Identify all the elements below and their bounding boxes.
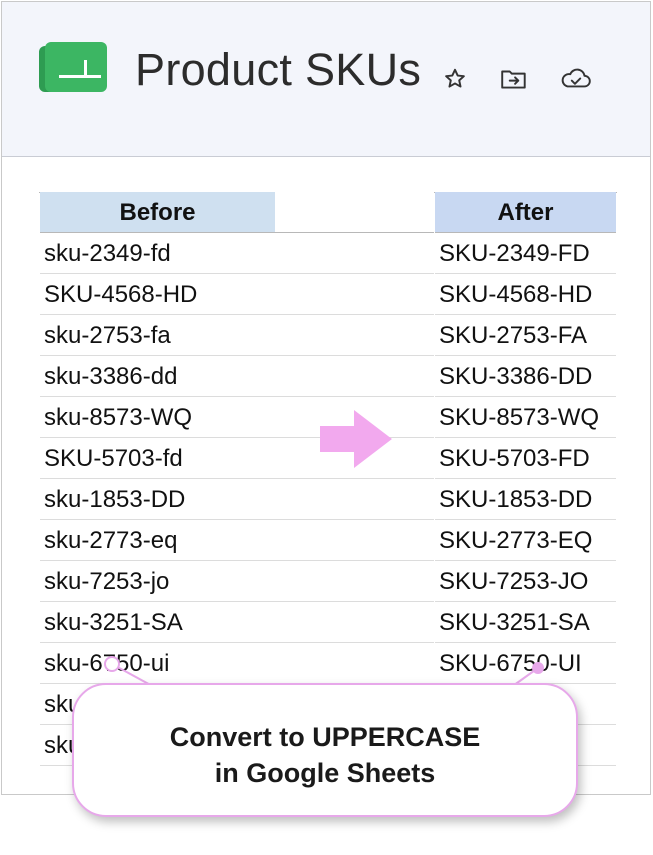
cell-after[interactable]: SKU-5703-FD xyxy=(435,438,616,479)
cell-before[interactable]: sku-2349-fd xyxy=(40,233,275,274)
cell-before[interactable]: sku-2773-eq xyxy=(40,520,275,561)
cell-empty[interactable] xyxy=(275,233,434,274)
cloud-saved-icon[interactable] xyxy=(559,66,593,92)
cell-before[interactable]: sku-3386-dd xyxy=(40,356,275,397)
sheets-logo-icon xyxy=(39,42,109,94)
cell-before[interactable]: SKU-5703-fd xyxy=(40,438,275,479)
cell-empty[interactable] xyxy=(275,520,434,561)
cell-before[interactable]: sku-7253-jo xyxy=(40,561,275,602)
move-to-folder-icon[interactable] xyxy=(499,66,529,92)
star-icon[interactable] xyxy=(442,66,468,92)
header-bar: Product SKUs xyxy=(2,2,650,157)
cell-after[interactable]: SKU-3386-DD xyxy=(435,356,616,397)
cell-after[interactable]: SKU-3251-SA xyxy=(435,602,616,643)
cell-empty[interactable] xyxy=(275,479,434,520)
header-before[interactable]: Before xyxy=(40,192,275,233)
cell-empty[interactable] xyxy=(275,561,434,602)
cell-before[interactable]: sku-1853-DD xyxy=(40,479,275,520)
header-spacer[interactable] xyxy=(275,192,434,233)
cell-empty[interactable] xyxy=(275,274,434,315)
cell-before[interactable]: sku-3251-SA xyxy=(40,602,275,643)
cell-after[interactable]: SKU-2349-FD xyxy=(435,233,616,274)
cell-before[interactable]: SKU-4568-HD xyxy=(40,274,275,315)
cell-before[interactable]: sku-8573-WQ xyxy=(40,397,275,438)
cell-after[interactable]: SKU-2773-EQ xyxy=(435,520,616,561)
callout-box: Convert to UPPERCASE in Google Sheets xyxy=(72,683,578,817)
cell-empty[interactable] xyxy=(275,356,434,397)
cell-after[interactable]: SKU-4568-HD xyxy=(435,274,616,315)
callout-line-1: Convert to UPPERCASE xyxy=(169,722,481,752)
cell-after[interactable]: SKU-2753-FA xyxy=(435,315,616,356)
cell-empty[interactable] xyxy=(275,602,434,643)
cell-empty[interactable] xyxy=(275,315,434,356)
cell-empty[interactable] xyxy=(275,643,434,684)
cell-after[interactable]: SKU-1853-DD xyxy=(435,479,616,520)
cell-after[interactable]: SKU-7253-JO xyxy=(435,561,616,602)
right-arrow-icon xyxy=(320,410,392,468)
cell-after[interactable]: SKU-8573-WQ xyxy=(435,397,616,438)
callout-line-2: in Google Sheets xyxy=(214,758,436,788)
page-title: Product SKUs xyxy=(135,44,422,95)
header-after[interactable]: After xyxy=(435,192,616,233)
cell-before[interactable]: sku-2753-fa xyxy=(40,315,275,356)
